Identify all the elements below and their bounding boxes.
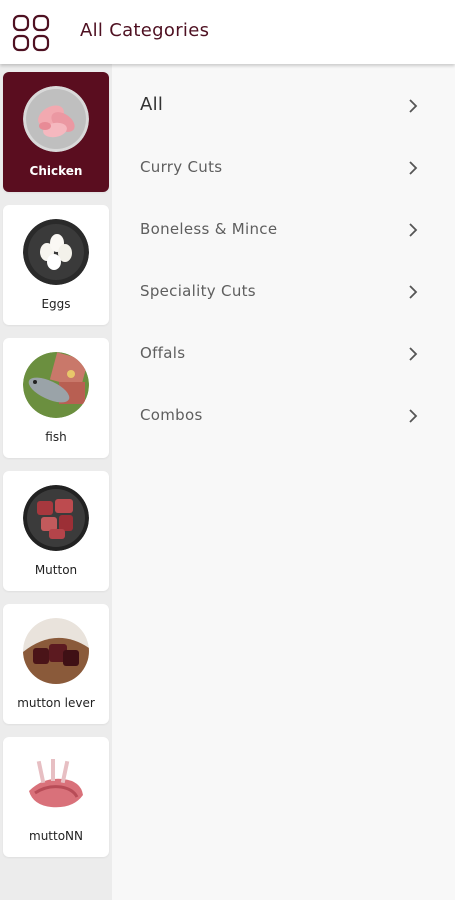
category-label: muttoNN bbox=[29, 829, 83, 843]
mutton-liver-image bbox=[23, 618, 89, 684]
subcategory-list: All Curry Cuts Boneless & Mince Speciali… bbox=[112, 64, 455, 900]
eggs-image bbox=[23, 219, 89, 285]
subcategory-label: Speciality Cuts bbox=[140, 282, 256, 300]
chevron-right-icon bbox=[409, 285, 418, 299]
category-chicken[interactable]: Chicken bbox=[3, 72, 109, 192]
category-muttonn[interactable]: muttoNN bbox=[3, 737, 109, 857]
subcategory-label: Boneless & Mince bbox=[140, 220, 278, 238]
category-label: Mutton bbox=[34, 563, 78, 577]
chevron-right-icon bbox=[409, 409, 418, 423]
subcategory-label: All bbox=[140, 94, 164, 115]
chevron-right-icon bbox=[409, 161, 418, 175]
subcategory-label: Combos bbox=[140, 406, 203, 424]
category-mutton[interactable]: Mutton bbox=[3, 471, 109, 591]
chevron-right-icon bbox=[409, 99, 418, 113]
category-eggs[interactable]: Eggs bbox=[3, 205, 109, 325]
subcategory-label: Offals bbox=[140, 344, 186, 362]
subcategory-combos[interactable]: Combos bbox=[112, 396, 455, 436]
fish-image bbox=[23, 352, 89, 418]
subcategory-speciality-cuts[interactable]: Speciality Cuts bbox=[112, 272, 455, 312]
category-label: mutton lever bbox=[17, 696, 95, 710]
subcategory-offals[interactable]: Offals bbox=[112, 334, 455, 374]
app-header: All Categories bbox=[0, 0, 455, 64]
grid-icon[interactable] bbox=[12, 14, 50, 52]
category-label: Eggs bbox=[41, 297, 71, 311]
page-title: All Categories bbox=[80, 20, 210, 41]
subcategory-curry-cuts[interactable]: Curry Cuts bbox=[112, 148, 455, 188]
chevron-right-icon bbox=[409, 347, 418, 361]
category-label: fish bbox=[45, 430, 67, 444]
mutton-image bbox=[23, 485, 89, 551]
category-label: Chicken bbox=[29, 164, 83, 178]
subcategory-label: Curry Cuts bbox=[140, 158, 223, 176]
chicken-image bbox=[23, 86, 89, 152]
subcategory-boneless-mince[interactable]: Boneless & Mince bbox=[112, 210, 455, 250]
category-fish[interactable]: fish bbox=[3, 338, 109, 458]
subcategory-all[interactable]: All bbox=[112, 86, 455, 126]
category-mutton-lever[interactable]: mutton lever bbox=[3, 604, 109, 724]
mutton-ribs-image bbox=[23, 751, 89, 817]
category-sidebar: Chicken Eggs fish Mutton mutton lever mu… bbox=[0, 64, 112, 900]
chevron-right-icon bbox=[409, 223, 418, 237]
